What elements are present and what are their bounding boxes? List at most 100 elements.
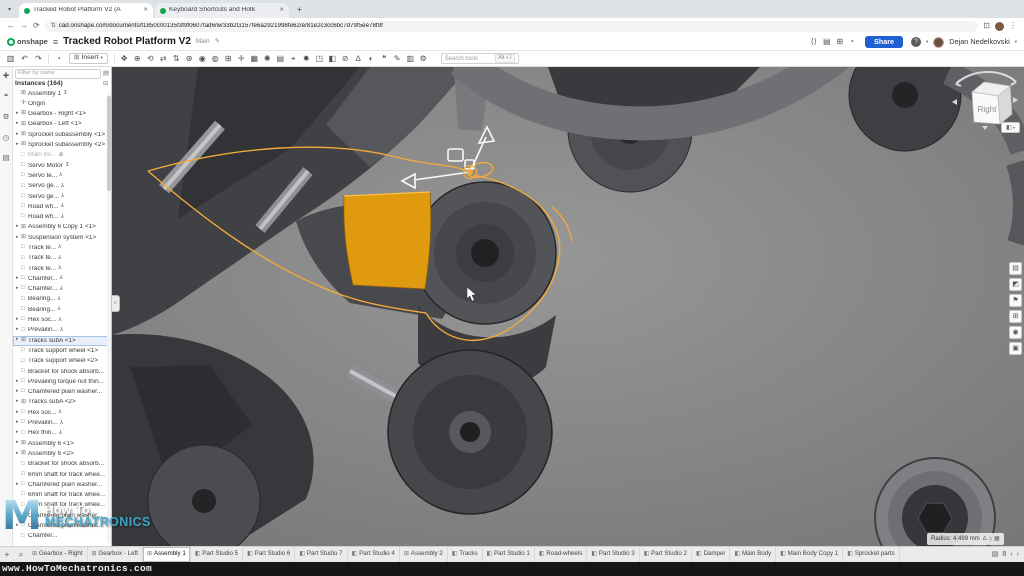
tree-item[interactable]: □Track te...⅄: [13, 243, 111, 253]
display-states-panel-icon[interactable]: ⊞: [1009, 310, 1022, 323]
named-views-panel-icon[interactable]: ⚑: [1009, 294, 1022, 307]
drawing-icon[interactable]: ✎: [391, 55, 404, 63]
comments-panel-icon[interactable]: ❝: [4, 93, 8, 101]
tree-item[interactable]: ▸⊞Assembly 6 <1>: [13, 439, 111, 449]
document-tab[interactable]: ◧Part Studio 6: [243, 547, 295, 562]
tree-item[interactable]: □Servo ge...⅄: [13, 192, 111, 202]
tree-item[interactable]: ▸⊞Sprocket subassembly <2>: [13, 140, 111, 150]
snap-mode-icon[interactable]: ⌖: [287, 55, 300, 63]
ball-mate-icon[interactable]: ◍: [209, 55, 222, 63]
reload-icon[interactable]: ⟳: [33, 22, 40, 30]
onshape-logo[interactable]: onshape: [7, 38, 48, 46]
tree-item[interactable]: ▸□Hex thin...⅄: [13, 428, 111, 438]
bom-icon[interactable]: ▥: [404, 55, 417, 63]
tree-item[interactable]: ▸□Chamfered plain washer...: [13, 387, 111, 397]
document-tab[interactable]: ⊞Assembly 1: [143, 547, 191, 562]
comment-icon[interactable]: ❝: [378, 55, 391, 63]
tree-item[interactable]: ▸⊞Gearbox - Left <1>: [13, 119, 111, 129]
tree-item[interactable]: ▸⊞Tracks subA <2>: [13, 398, 111, 408]
fastened-mate-icon[interactable]: ⊕: [131, 55, 144, 63]
document-tab[interactable]: ◧Damper: [692, 547, 731, 562]
mate-connector-icon[interactable]: ✛: [235, 55, 248, 63]
planar-mate-icon[interactable]: ⇅: [170, 55, 183, 63]
redo-icon[interactable]: ↷: [32, 55, 45, 63]
tab-close-icon[interactable]: ✕: [279, 8, 284, 14]
tree-item[interactable]: ▸□Prevailin...⅄: [13, 325, 111, 335]
tree-item[interactable]: ▸□Chamfered plain washer...: [13, 480, 111, 490]
revolute-mate-icon[interactable]: ⟲: [144, 55, 157, 63]
properties-panel-icon[interactable]: ▣: [1009, 342, 1022, 355]
tree-item[interactable]: □6mm shaft for track whee...: [13, 490, 111, 500]
learning-center-icon[interactable]: ◔: [849, 38, 854, 46]
document-tab[interactable]: ◧Part Studio 4: [348, 547, 400, 562]
edit-title-icon[interactable]: ✎: [215, 39, 220, 45]
browser-profile-avatar[interactable]: [995, 22, 1004, 31]
tree-item[interactable]: □Bearing...⅄: [13, 295, 111, 305]
configuration-panel-icon[interactable]: ▤: [1009, 262, 1022, 275]
tree-item[interactable]: ▸□Chamfer...⅄: [13, 274, 111, 284]
tree-item[interactable]: □Servo Motor↥: [13, 161, 111, 171]
document-tab[interactable]: ◧Main Body: [730, 547, 776, 562]
group-icon[interactable]: ⊞: [222, 55, 235, 63]
tree-item[interactable]: ▸⊞Assembly 6 <2>: [13, 449, 111, 459]
tree-item[interactable]: ▸□Prevailin...⅄: [13, 418, 111, 428]
panel-splitter-handle[interactable]: ≡: [112, 295, 120, 312]
appearance-panel-icon[interactable]: ◩: [1009, 278, 1022, 291]
versions-icon[interactable]: ▤: [823, 38, 831, 46]
tree-item[interactable]: □6mm shaft for track whee...: [13, 470, 111, 480]
tree-item[interactable]: ▸⊞Suspension system <1>: [13, 233, 111, 243]
embed-code-icon[interactable]: ⟨⟩: [811, 38, 817, 46]
web-panel-icon[interactable]: ◉: [1009, 326, 1022, 339]
measure-icon[interactable]: ∆: [352, 55, 365, 63]
tree-item[interactable]: □Road wh...⅄: [13, 202, 111, 212]
tree-item[interactable]: □Track support wheel <2>: [13, 356, 111, 366]
tree-item[interactable]: □Bracket for shock absorb...: [13, 459, 111, 469]
measure-detail-icon[interactable]: ∆: [983, 536, 987, 542]
document-tab[interactable]: ◧Main Body Copy 1: [776, 547, 843, 562]
linear-pattern-icon[interactable]: ▦: [248, 55, 261, 63]
document-tab[interactable]: ⊞Gearbox - Right: [28, 547, 88, 562]
display-states-icon[interactable]: ◧: [326, 55, 339, 63]
browser-tab[interactable]: Keyboard Shortcuts and Hotk✕: [155, 3, 289, 18]
measurement-bar[interactable]: Radius: 4.499 mm ∆⌂▦: [927, 533, 1004, 545]
measure-grid-icon[interactable]: ▦: [994, 536, 1000, 542]
tree-item[interactable]: ▸⊞Sprocket subassembly <1>: [13, 130, 111, 140]
browser-menu-icon[interactable]: ⋮: [1009, 22, 1017, 30]
search-tools-input[interactable]: Search tools Alt + /: [441, 53, 519, 64]
tree-item[interactable]: □Track support wheel <1>: [13, 346, 111, 356]
back-icon[interactable]: ←: [7, 22, 15, 30]
view-options-button[interactable]: ◧ ▾: [1001, 122, 1020, 133]
insert-button[interactable]: ⊞ Insert ▾: [69, 53, 108, 65]
tree-item[interactable]: ✛Origin: [13, 99, 111, 109]
tree-item[interactable]: □Main Bo...⊘: [13, 150, 111, 160]
insert-panel-icon[interactable]: ✚: [3, 72, 9, 80]
site-settings-icon[interactable]: ⇅: [51, 23, 56, 29]
document-tab[interactable]: ◧Sprocket parts: [843, 547, 899, 562]
document-tab[interactable]: ◧Part Studio 7: [295, 547, 347, 562]
configurations-icon[interactable]: ⚙: [417, 55, 430, 63]
appearance-icon[interactable]: ◐: [365, 55, 378, 63]
branch-label[interactable]: Main: [196, 39, 210, 45]
settings-panel-icon[interactable]: ⚙: [3, 113, 10, 121]
add-tab-button[interactable]: +: [0, 547, 14, 562]
document-tab[interactable]: ◧Part Studio 3: [587, 547, 639, 562]
address-bar[interactable]: ⇅ cad.onshape.com/documents/f1850c00135f…: [45, 21, 979, 32]
explode-view-icon[interactable]: ✹: [300, 55, 313, 63]
tab-search-icon[interactable]: ▾: [3, 3, 16, 16]
tab-close-icon[interactable]: ✕: [143, 8, 148, 14]
selected-face-highlight[interactable]: [344, 192, 431, 289]
tree-item[interactable]: ▸□Chamfer...⅄: [13, 284, 111, 294]
history-panel-icon[interactable]: ◷: [3, 134, 10, 142]
document-tab[interactable]: ◧Part Studio 1: [483, 547, 535, 562]
pin-slot-mate-icon[interactable]: ◉: [196, 55, 209, 63]
tree-item[interactable]: □Track te...⅄: [13, 253, 111, 263]
graphics-area[interactable]: [112, 67, 1024, 546]
forward-icon[interactable]: →: [20, 22, 28, 30]
tree-item[interactable]: □Servo ge...⅄: [13, 181, 111, 191]
document-tab[interactable]: ◧Part Studio 5: [191, 547, 243, 562]
share-button[interactable]: Share: [865, 36, 903, 48]
document-tab[interactable]: ◧Road-wheels: [535, 547, 588, 562]
tree-item[interactable]: ▸⊞Tracks subA <1>: [13, 336, 111, 346]
tree-item[interactable]: □Chamfer...: [13, 531, 111, 541]
browser-tab[interactable]: Tracked Robot Platform V2 (A✕: [19, 3, 153, 18]
